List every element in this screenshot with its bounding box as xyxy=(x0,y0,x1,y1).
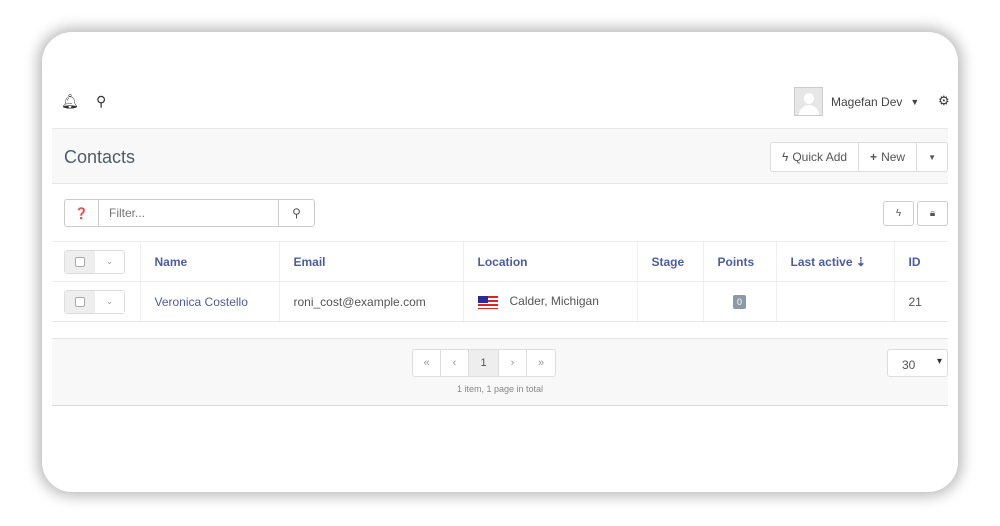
col-last-active[interactable]: Last active ⇣ xyxy=(776,241,895,282)
bolt-icon: ϟ xyxy=(781,150,789,164)
per-page-select[interactable]: 30 xyxy=(887,349,948,377)
filter-input[interactable] xyxy=(99,200,278,226)
filter-group: ❓ ⚲ xyxy=(64,199,315,227)
page-1-button[interactable]: 1 xyxy=(469,350,499,376)
us-flag-icon xyxy=(477,295,498,309)
col-name[interactable]: Name xyxy=(140,241,280,282)
contact-id: 21 xyxy=(894,281,948,322)
contacts-panel: Contacts ϟQuick Add +New ▼ ❓ ⚲ ϟ 🔒︎ ⌄ Na… xyxy=(52,128,948,406)
col-last-active-label: Last active xyxy=(790,254,853,269)
new-button[interactable]: + New xyxy=(859,143,918,171)
col-id[interactable]: ID xyxy=(894,241,948,282)
pagination-info: 1 item, 1 page in total xyxy=(456,384,544,394)
prev-page-button[interactable]: ‹ xyxy=(441,350,469,376)
lock-button[interactable]: 🔒︎ xyxy=(917,201,948,226)
table-footer: « ‹ 1 › » 1 item, 1 page in total 30 xyxy=(52,338,948,406)
col-email[interactable]: Email xyxy=(279,241,464,282)
new-label: New xyxy=(881,150,906,164)
next-page-button[interactable]: › xyxy=(499,350,527,376)
avatar xyxy=(794,87,823,116)
quick-add-button[interactable]: ϟ Quick Add xyxy=(771,143,860,171)
user-menu[interactable]: Magefan Dev ▼ xyxy=(794,87,919,116)
contacts-table: ⌄ Name Email Location Stage Points Last … xyxy=(52,241,948,322)
more-dropdown-button[interactable]: ▼ xyxy=(917,143,947,171)
first-page-button[interactable]: « xyxy=(413,350,441,376)
table-header: ⌄ Name Email Location Stage Points Last … xyxy=(52,241,948,282)
quick-add-label: Quick Add xyxy=(792,150,848,164)
contact-stage xyxy=(637,281,704,322)
contact-last-active xyxy=(776,281,895,322)
bell-icon[interactable]: 🔔︎ xyxy=(61,93,79,110)
bolt-button[interactable]: ϟ xyxy=(883,201,914,226)
contact-location: Calder, Michigan xyxy=(509,294,599,309)
last-page-button[interactable]: » xyxy=(527,350,555,376)
col-location[interactable]: Location xyxy=(463,241,638,282)
gear-icon[interactable]: ⚙ xyxy=(938,93,950,109)
col-stage[interactable]: Stage xyxy=(637,241,704,282)
contact-email: roni_cost@example.com xyxy=(279,281,464,322)
table-row: ⌄ Veronica Costello roni_cost@example.co… xyxy=(52,281,948,322)
search-icon[interactable]: ⚲ xyxy=(96,93,106,110)
pagination: « ‹ 1 › » xyxy=(412,349,556,377)
page-title: Contacts xyxy=(64,147,136,167)
sort-icon: ⇣ xyxy=(855,254,866,269)
user-name: Magefan Dev xyxy=(831,94,903,109)
search-button[interactable]: ⚲ xyxy=(278,200,314,226)
points-badge: 0 xyxy=(732,295,746,309)
help-icon[interactable]: ❓ xyxy=(65,200,99,226)
plus-icon: + xyxy=(870,150,878,164)
select-all-checkbox[interactable]: ⌄ xyxy=(64,249,125,274)
contact-name-link[interactable]: Veronica Costello xyxy=(140,281,280,322)
row-checkbox[interactable]: ⌄ xyxy=(64,289,125,314)
col-points[interactable]: Points xyxy=(703,241,777,282)
caret-down-icon: ▼ xyxy=(910,96,920,107)
